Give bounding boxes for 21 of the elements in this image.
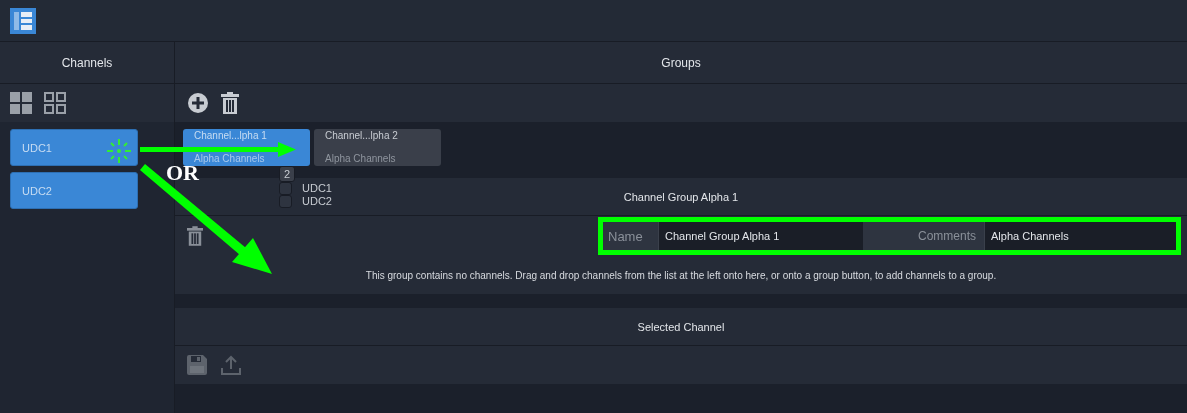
field-label: Comments (863, 222, 984, 250)
save-icon[interactable] (187, 355, 207, 375)
sparkle-icon (106, 138, 132, 164)
section-title: Selected Channel (637, 320, 725, 333)
panel-title: Channels (61, 55, 113, 70)
field-label: Name (603, 222, 658, 250)
layout-icon[interactable] (10, 7, 36, 34)
name-field[interactable]: Channel Group Alpha 1 (658, 222, 863, 250)
drag-count-badge: 2 (279, 166, 295, 182)
group-button[interactable]: Channel...lpha 2 Alpha Channels (314, 129, 441, 166)
grid-icon[interactable] (10, 92, 32, 114)
trash-icon[interactable] (187, 226, 203, 246)
section-title: Channel Group Alpha 1 (623, 190, 739, 203)
grid-outline-icon[interactable] (44, 92, 66, 114)
comments-field[interactable]: Alpha Channels (984, 222, 1176, 250)
empty-group-message: This group contains no channels. Drag and drop channels from the list at the left onto here, or onto a group button, to add channels to a group. (365, 269, 997, 281)
drag-item-label: UDC1 (302, 182, 332, 194)
panel-title: Groups (661, 55, 701, 70)
drag-item-label: UDC2 (302, 195, 332, 207)
add-icon[interactable] (187, 92, 209, 114)
trash-icon[interactable] (221, 92, 239, 114)
